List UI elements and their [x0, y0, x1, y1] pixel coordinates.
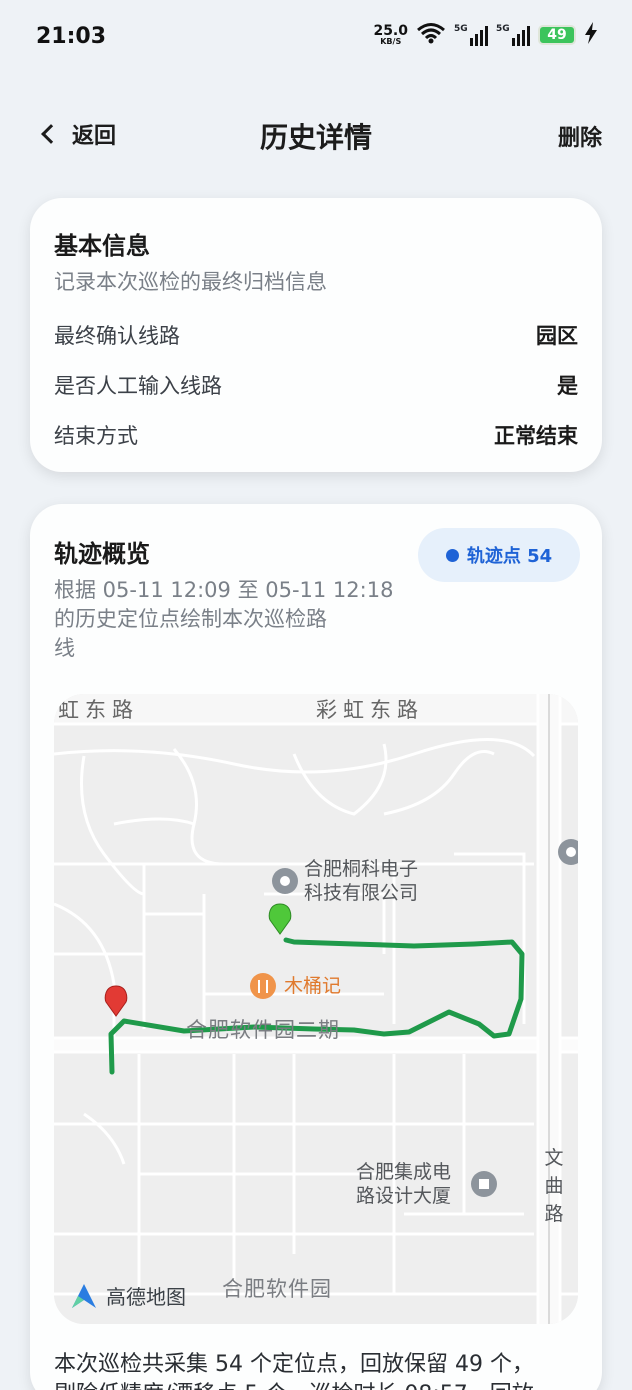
map-provider-logo: 高德地图	[70, 1281, 186, 1310]
poi-label-building: 合肥集成电 路设计大厦	[356, 1161, 452, 1207]
poi-location-icon	[272, 868, 298, 894]
sim2-label: 5G	[496, 24, 510, 34]
charging-icon	[584, 22, 598, 48]
status-icons: 25.0 KB/S 5G 5G 49	[373, 22, 598, 48]
track-description: 根据 05-11 12:09 至 05-11 12:18 的历史定位点绘制本次巡…	[54, 576, 393, 663]
signal-icon-sim1: 5G	[454, 24, 488, 46]
road-label: 虹东路	[58, 698, 139, 722]
track-points-label: 轨迹点 54	[466, 546, 553, 567]
track-desc-line: 线	[54, 636, 75, 660]
summary-line: 剔除低精度/漂移点 5 个，巡检时长 08:57，回放	[54, 1380, 582, 1390]
info-value: 是	[557, 374, 578, 398]
wifi-icon	[416, 22, 446, 48]
summary-line: 本次巡检共采集 54 个定位点，回放保留 49 个，	[54, 1352, 534, 1377]
track-summary: 本次巡检共采集 54 个定位点，回放保留 49 个， 剔除低精度/漂移点 5 个…	[54, 1350, 582, 1390]
signal-icon-sim2: 5G	[496, 24, 530, 46]
sim1-label: 5G	[454, 24, 468, 34]
network-speed-value: 25.0	[373, 23, 408, 39]
info-row-route: 最终确认线路 园区	[54, 320, 578, 350]
status-bar: 21:03 25.0 KB/S 5G 5G 49	[0, 0, 632, 76]
road-label-vertical: 文 曲 路	[544, 1147, 564, 1225]
track-overview-card: 轨迹概览 轨迹点 54 根据 05-11 12:09 至 05-11 12:18…	[30, 504, 602, 1390]
track-map[interactable]: 虹东路 彩虹东路 合肥桐科电子 科技有限公司 木桶记 合肥软件园二期 合肥集成电…	[54, 694, 578, 1324]
info-row-end-mode: 结束方式 正常结束	[54, 420, 578, 450]
info-label: 结束方式	[54, 424, 138, 448]
map-provider-name: 高德地图	[106, 1285, 186, 1309]
nav-header: 返回 历史详情 删除	[0, 104, 632, 164]
track-points-badge: 轨迹点 54	[418, 528, 580, 582]
info-value: 正常结束	[494, 424, 578, 448]
info-row-manual: 是否人工输入线路 是	[54, 370, 578, 400]
info-value: 园区	[536, 324, 578, 348]
info-label: 最终确认线路	[54, 324, 180, 348]
delete-button[interactable]: 删除	[558, 120, 602, 152]
poi-label-company: 合肥桐科电子 科技有限公司	[304, 858, 419, 904]
building-icon	[471, 1171, 497, 1197]
area-label-bottom: 合肥软件园	[222, 1277, 332, 1301]
basic-info-subtitle: 记录本次巡检的最终归档信息	[54, 270, 327, 294]
battery-icon: 49	[538, 25, 576, 45]
poi-label-restaurant: 木桶记	[284, 975, 342, 997]
restaurant-icon	[250, 973, 276, 999]
track-desc-line: 的历史定位点绘制本次巡检路	[54, 607, 327, 631]
amap-logo-icon	[70, 1282, 100, 1310]
network-speed-unit: KB/S	[380, 37, 402, 46]
road-label: 彩虹东路	[316, 698, 424, 722]
page-title: 历史详情	[259, 121, 372, 154]
track-desc-line: 根据 05-11 12:09 至 05-11 12:18	[54, 578, 394, 602]
status-time: 21:03	[36, 24, 107, 49]
basic-info-title: 基本信息	[54, 232, 150, 260]
badge-dot	[445, 548, 459, 562]
area-label: 合肥软件园二期	[186, 1018, 340, 1042]
track-title: 轨迹概览	[54, 540, 150, 568]
info-label: 是否人工输入线路	[54, 374, 222, 398]
basic-info-card: 基本信息 记录本次巡检的最终归档信息 最终确认线路 园区 是否人工输入线路 是 …	[30, 198, 602, 472]
network-speed: 25.0 KB/S	[373, 24, 408, 46]
